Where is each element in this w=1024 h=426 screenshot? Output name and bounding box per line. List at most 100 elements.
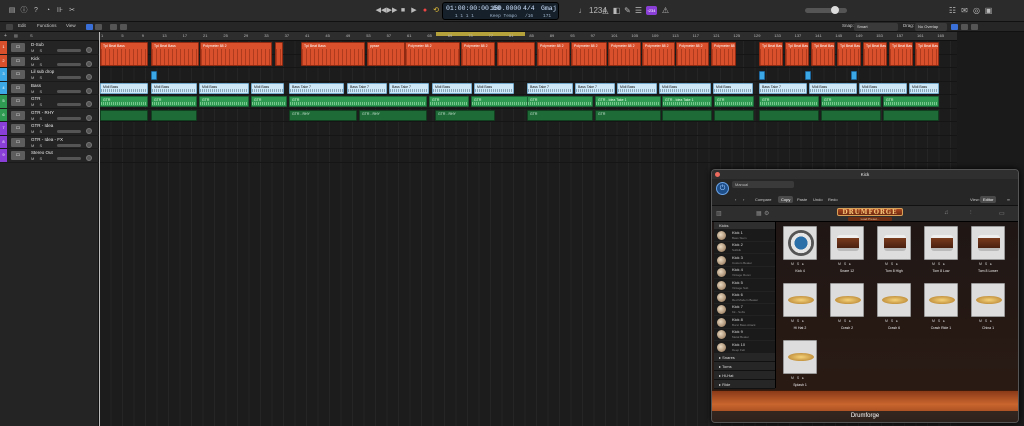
pad-mute-solo[interactable]: M S ▸ (838, 262, 852, 266)
add-track-icon[interactable]: + (4, 33, 7, 39)
region[interactable]: GTR (821, 96, 881, 107)
track-header[interactable]: 9 ▭ Stereo Out M S (0, 149, 99, 163)
zoom-vertical[interactable] (961, 24, 968, 30)
track-name[interactable]: Kick (31, 56, 40, 61)
region[interactable]: Midi Bass (617, 82, 657, 94)
region[interactable]: GTR - RHY (435, 109, 495, 121)
region[interactable]: Bass Take 7 (347, 82, 387, 94)
region[interactable]: Midi Bass (909, 82, 939, 94)
region[interactable]: GTR (151, 96, 197, 107)
category-row[interactable]: ▸ Ride (714, 380, 775, 389)
region[interactable] (759, 71, 765, 80)
copy-button[interactable]: Copy (778, 196, 794, 203)
region[interactable]: GTR (100, 96, 148, 107)
global-tracks-icon[interactable]: ▤ (14, 33, 18, 38)
drum-pad[interactable]: M S ▸ Tom 8 High (876, 226, 912, 276)
region[interactable]: GTR (527, 109, 593, 121)
region[interactable]: Midi Bass (251, 82, 284, 94)
browser-icon[interactable]: ▣ (984, 6, 993, 15)
track-instrument-icon[interactable]: ▭ (11, 56, 25, 66)
kick-list-item[interactable]: Kick 1 Bass Stem (714, 229, 775, 242)
track-pan-knob[interactable] (86, 141, 92, 148)
bar-ruler[interactable]: 1 5 9 13 17 21 25 29 33 37 41 45 49 53 57 61 65 69 73 77 81 8… (99, 32, 957, 41)
category-row[interactable]: ▸ Snares (714, 353, 775, 362)
track-lane[interactable]: Tpl Beat Bass Tpl Beat Bass Polymeter 88 2… (99, 41, 957, 66)
pencil-tool[interactable] (120, 24, 127, 30)
kick-list-item[interactable]: Kick 8 Burst Bass Attack (714, 316, 775, 329)
track-instrument-icon[interactable]: ▭ (11, 110, 25, 120)
mute-solo-buttons[interactable]: M S (31, 156, 44, 161)
master-volume-slider[interactable] (805, 6, 847, 14)
region[interactable]: Bass Take 7 (289, 82, 344, 94)
pad-mute-solo[interactable]: M S ▸ (791, 262, 805, 266)
pad-mute-solo[interactable]: M S ▸ (885, 262, 899, 266)
pad-image[interactable] (830, 226, 864, 260)
track-instrument-icon[interactable]: ▭ (11, 151, 25, 160)
drum-pad[interactable]: M S ▸ Snare 12 (829, 226, 865, 276)
kick-list-item[interactable]: Kick 7 Kk - Softs (714, 303, 775, 317)
track-lane[interactable] (99, 55, 957, 68)
mute-solo-buttons[interactable]: M S (31, 116, 44, 121)
region[interactable]: GTR (527, 96, 593, 107)
help-icon[interactable]: ? (30, 5, 42, 17)
mute-solo-buttons[interactable]: M S (31, 62, 44, 67)
track-header[interactable]: 7 ▭ GTR - Idea M S (0, 122, 99, 136)
info-icon[interactable]: ⓘ (18, 5, 30, 17)
pad-image[interactable] (924, 226, 958, 260)
region[interactable]: GTR (251, 96, 287, 107)
region[interactable]: GTR (471, 96, 531, 107)
drum-pad[interactable]: M S ▸ Crash Ride 1 (923, 283, 959, 333)
track-instrument-icon[interactable]: ▭ (11, 83, 25, 93)
drum-pad[interactable]: M S ▸ China 1 (970, 283, 1006, 333)
region[interactable] (151, 71, 157, 80)
track-lane[interactable] (99, 136, 957, 149)
region[interactable]: Bass Take 7 (759, 82, 807, 94)
pad-image[interactable] (971, 226, 1005, 260)
region[interactable] (805, 71, 811, 80)
track-instrument-icon[interactable]: ▭ (11, 43, 25, 52)
library-icon[interactable]: ▤ (6, 5, 18, 17)
mute-solo-buttons[interactable]: M S (31, 48, 44, 53)
mute-solo-buttons[interactable]: M S (31, 143, 44, 148)
notepad-icon[interactable]: ✉ (960, 6, 969, 15)
region[interactable] (821, 109, 881, 121)
pointer-tool[interactable] (110, 24, 117, 30)
track-volume-slider[interactable] (57, 130, 81, 133)
mixer-sliders-icon[interactable]: ⫶ (970, 210, 972, 217)
track-name[interactable]: D-Sub (31, 42, 44, 47)
region[interactable] (151, 109, 197, 121)
track-volume-slider[interactable] (57, 103, 81, 106)
region[interactable]: Midi Bass (474, 82, 514, 94)
track-volume-slider[interactable] (57, 76, 81, 79)
pad-mute-solo[interactable]: M S ▸ (932, 262, 946, 266)
list-editors-icon[interactable]: ☷ (948, 6, 957, 15)
track-header[interactable]: 8 ▭ GTR - Idea - FX M S (0, 135, 99, 149)
track-name[interactable]: Lil sub drop (31, 69, 54, 74)
drag-select[interactable]: No Overlap (915, 23, 947, 31)
region[interactable]: GTR (289, 96, 427, 107)
flex-toggle[interactable] (95, 24, 102, 30)
pad-image[interactable] (783, 340, 817, 374)
track-lane[interactable] (99, 149, 957, 163)
region[interactable] (759, 109, 819, 121)
track-pan-knob[interactable] (86, 101, 92, 107)
track-name[interactable]: GTR - Idea (31, 123, 53, 128)
region[interactable]: Midi Bass (859, 82, 907, 94)
compare-button[interactable]: Compare (752, 196, 774, 203)
metronome-icon[interactable]: △ (601, 6, 610, 15)
track-instrument-icon[interactable]: ▭ (11, 70, 25, 79)
mixer-icon[interactable]: ⊪ (54, 5, 66, 17)
region[interactable] (851, 71, 857, 80)
region[interactable]: GTR - Idea Take 1 (662, 96, 712, 107)
kick-list-item[interactable]: Kick 9 Metal Beater (714, 328, 775, 342)
track-volume-slider[interactable] (57, 116, 81, 120)
drum-pad[interactable]: M S ▸ Tom 8 Lower (970, 226, 1006, 276)
playhead[interactable] (99, 32, 100, 426)
count-in-icon[interactable]: 1234 (589, 6, 607, 15)
region[interactable]: GTR - RHY (359, 109, 427, 121)
snap-select[interactable]: Smart (854, 23, 898, 31)
track-volume-slider[interactable] (57, 89, 81, 93)
plugin-window-title[interactable]: Kick (712, 170, 1018, 179)
pad-mute-solo[interactable]: M S ▸ (979, 319, 993, 323)
track-header[interactable]: 4 ▭ Bass M S (0, 81, 99, 95)
